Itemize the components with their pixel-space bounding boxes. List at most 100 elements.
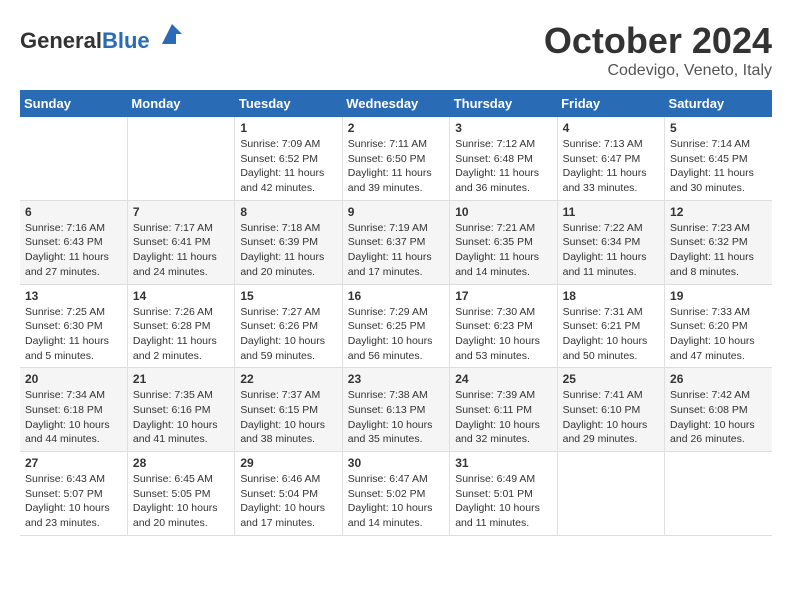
day-number: 13 (25, 289, 122, 303)
calendar-cell: 12 Sunrise: 7:23 AM Sunset: 6:32 PM Dayli… (665, 200, 772, 284)
column-header-sunday: Sunday (20, 90, 127, 117)
calendar-cell: 21Sunrise: 7:35 AM Sunset: 6:16 PM Dayli… (127, 368, 234, 452)
day-info: Sunrise: 6:43 AM Sunset: 5:07 PM Dayligh… (25, 472, 122, 531)
calendar-cell (20, 117, 127, 200)
calendar-cell: 11 Sunrise: 7:22 AM Sunset: 6:34 PM Dayli… (557, 200, 664, 284)
day-number: 2 (348, 121, 444, 135)
column-header-wednesday: Wednesday (342, 90, 449, 117)
calendar-cell: 30 Sunrise: 6:47 AM Sunset: 5:02 PM Dayli… (342, 452, 449, 536)
column-header-friday: Friday (557, 90, 664, 117)
calendar-cell: 31Sunrise: 6:49 AM Sunset: 5:01 PM Dayli… (450, 452, 557, 536)
calendar-cell: 5 Sunrise: 7:14 AM Sunset: 6:45 PM Daylig… (665, 117, 772, 200)
day-number: 10 (455, 205, 551, 219)
calendar-cell (665, 452, 772, 536)
day-number: 7 (133, 205, 229, 219)
logo-blue-text: Blue (102, 28, 150, 53)
calendar-cell: 25 Sunrise: 7:41 AM Sunset: 6:10 PM Dayli… (557, 368, 664, 452)
calendar-cell: 29 Sunrise: 6:46 AM Sunset: 5:04 PM Dayli… (235, 452, 342, 536)
calendar-cell: 10 Sunrise: 7:21 AM Sunset: 6:35 PM Dayli… (450, 200, 557, 284)
day-info: Sunrise: 7:33 AM Sunset: 6:20 PM Dayligh… (670, 305, 767, 364)
day-info: Sunrise: 7:17 AM Sunset: 6:41 PM Dayligh… (133, 221, 229, 280)
month-title: October 2024 (544, 20, 772, 62)
day-info: Sunrise: 7:18 AM Sunset: 6:39 PM Dayligh… (240, 221, 336, 280)
day-number: 24 (455, 372, 551, 386)
page-header: GeneralBlue October 2024 Codevigo, Venet… (20, 20, 772, 80)
day-number: 25 (563, 372, 659, 386)
calendar-cell: 6Sunrise: 7:16 AM Sunset: 6:43 PM Daylig… (20, 200, 127, 284)
day-info: Sunrise: 7:27 AM Sunset: 6:26 PM Dayligh… (240, 305, 336, 364)
day-info: Sunrise: 6:47 AM Sunset: 5:02 PM Dayligh… (348, 472, 444, 531)
day-number: 29 (240, 456, 336, 470)
day-number: 11 (563, 205, 659, 219)
day-info: Sunrise: 7:11 AM Sunset: 6:50 PM Dayligh… (348, 137, 444, 196)
day-info: Sunrise: 7:34 AM Sunset: 6:18 PM Dayligh… (25, 388, 122, 447)
day-info: Sunrise: 7:13 AM Sunset: 6:47 PM Dayligh… (563, 137, 659, 196)
day-info: Sunrise: 7:21 AM Sunset: 6:35 PM Dayligh… (455, 221, 551, 280)
day-number: 22 (240, 372, 336, 386)
day-number: 1 (240, 121, 336, 135)
day-number: 17 (455, 289, 551, 303)
calendar-cell: 13 Sunrise: 7:25 AM Sunset: 6:30 PM Dayli… (20, 284, 127, 368)
day-info: Sunrise: 7:41 AM Sunset: 6:10 PM Dayligh… (563, 388, 659, 447)
calendar-week-row: 1Sunrise: 7:09 AM Sunset: 6:52 PM Daylig… (20, 117, 772, 200)
day-info: Sunrise: 7:12 AM Sunset: 6:48 PM Dayligh… (455, 137, 551, 196)
calendar-cell: 23Sunrise: 7:38 AM Sunset: 6:13 PM Dayli… (342, 368, 449, 452)
day-number: 4 (563, 121, 659, 135)
day-number: 9 (348, 205, 444, 219)
calendar-week-row: 27Sunrise: 6:43 AM Sunset: 5:07 PM Dayli… (20, 452, 772, 536)
day-number: 12 (670, 205, 767, 219)
day-info: Sunrise: 7:26 AM Sunset: 6:28 PM Dayligh… (133, 305, 229, 364)
day-info: Sunrise: 7:16 AM Sunset: 6:43 PM Dayligh… (25, 221, 122, 280)
day-info: Sunrise: 7:19 AM Sunset: 6:37 PM Dayligh… (348, 221, 444, 280)
day-number: 30 (348, 456, 444, 470)
calendar-table: SundayMondayTuesdayWednesdayThursdayFrid… (20, 90, 772, 536)
calendar-cell: 20 Sunrise: 7:34 AM Sunset: 6:18 PM Dayli… (20, 368, 127, 452)
day-info: Sunrise: 6:45 AM Sunset: 5:05 PM Dayligh… (133, 472, 229, 531)
day-number: 18 (563, 289, 659, 303)
calendar-cell: 28 Sunrise: 6:45 AM Sunset: 5:05 PM Dayli… (127, 452, 234, 536)
day-info: Sunrise: 7:42 AM Sunset: 6:08 PM Dayligh… (670, 388, 767, 447)
calendar-cell: 15Sunrise: 7:27 AM Sunset: 6:26 PM Dayli… (235, 284, 342, 368)
day-info: Sunrise: 7:30 AM Sunset: 6:23 PM Dayligh… (455, 305, 551, 364)
logo-icon (158, 20, 186, 48)
day-number: 28 (133, 456, 229, 470)
logo: GeneralBlue (20, 20, 186, 53)
day-info: Sunrise: 7:22 AM Sunset: 6:34 PM Dayligh… (563, 221, 659, 280)
calendar-cell: 16 Sunrise: 7:29 AM Sunset: 6:25 PM Dayli… (342, 284, 449, 368)
calendar-week-row: 6Sunrise: 7:16 AM Sunset: 6:43 PM Daylig… (20, 200, 772, 284)
calendar-cell (557, 452, 664, 536)
day-info: Sunrise: 7:38 AM Sunset: 6:13 PM Dayligh… (348, 388, 444, 447)
day-number: 8 (240, 205, 336, 219)
calendar-week-row: 13 Sunrise: 7:25 AM Sunset: 6:30 PM Dayli… (20, 284, 772, 368)
day-info: Sunrise: 7:39 AM Sunset: 6:11 PM Dayligh… (455, 388, 551, 447)
calendar-cell: 22 Sunrise: 7:37 AM Sunset: 6:15 PM Dayli… (235, 368, 342, 452)
day-info: Sunrise: 7:37 AM Sunset: 6:15 PM Dayligh… (240, 388, 336, 447)
day-info: Sunrise: 6:49 AM Sunset: 5:01 PM Dayligh… (455, 472, 551, 531)
day-info: Sunrise: 7:14 AM Sunset: 6:45 PM Dayligh… (670, 137, 767, 196)
calendar-cell: 18Sunrise: 7:31 AM Sunset: 6:21 PM Dayli… (557, 284, 664, 368)
calendar-cell: 24 Sunrise: 7:39 AM Sunset: 6:11 PM Dayli… (450, 368, 557, 452)
calendar-cell: 9 Sunrise: 7:19 AM Sunset: 6:37 PM Daylig… (342, 200, 449, 284)
day-number: 19 (670, 289, 767, 303)
day-number: 14 (133, 289, 229, 303)
calendar-cell (127, 117, 234, 200)
calendar-cell: 7 Sunrise: 7:17 AM Sunset: 6:41 PM Daylig… (127, 200, 234, 284)
calendar-cell: 14 Sunrise: 7:26 AM Sunset: 6:28 PM Dayli… (127, 284, 234, 368)
calendar-cell: 8 Sunrise: 7:18 AM Sunset: 6:39 PM Daylig… (235, 200, 342, 284)
day-number: 20 (25, 372, 122, 386)
logo-general-text: General (20, 28, 102, 53)
calendar-cell: 4 Sunrise: 7:13 AM Sunset: 6:47 PM Daylig… (557, 117, 664, 200)
day-info: Sunrise: 6:46 AM Sunset: 5:04 PM Dayligh… (240, 472, 336, 531)
title-block: October 2024 Codevigo, Veneto, Italy (544, 20, 772, 80)
day-number: 5 (670, 121, 767, 135)
day-info: Sunrise: 7:25 AM Sunset: 6:30 PM Dayligh… (25, 305, 122, 364)
day-number: 21 (133, 372, 229, 386)
day-number: 16 (348, 289, 444, 303)
calendar-cell: 27Sunrise: 6:43 AM Sunset: 5:07 PM Dayli… (20, 452, 127, 536)
day-info: Sunrise: 7:23 AM Sunset: 6:32 PM Dayligh… (670, 221, 767, 280)
calendar-cell: 19 Sunrise: 7:33 AM Sunset: 6:20 PM Dayli… (665, 284, 772, 368)
calendar-cell: 26Sunrise: 7:42 AM Sunset: 6:08 PM Dayli… (665, 368, 772, 452)
column-header-thursday: Thursday (450, 90, 557, 117)
day-info: Sunrise: 7:29 AM Sunset: 6:25 PM Dayligh… (348, 305, 444, 364)
calendar-cell: 17 Sunrise: 7:30 AM Sunset: 6:23 PM Dayli… (450, 284, 557, 368)
